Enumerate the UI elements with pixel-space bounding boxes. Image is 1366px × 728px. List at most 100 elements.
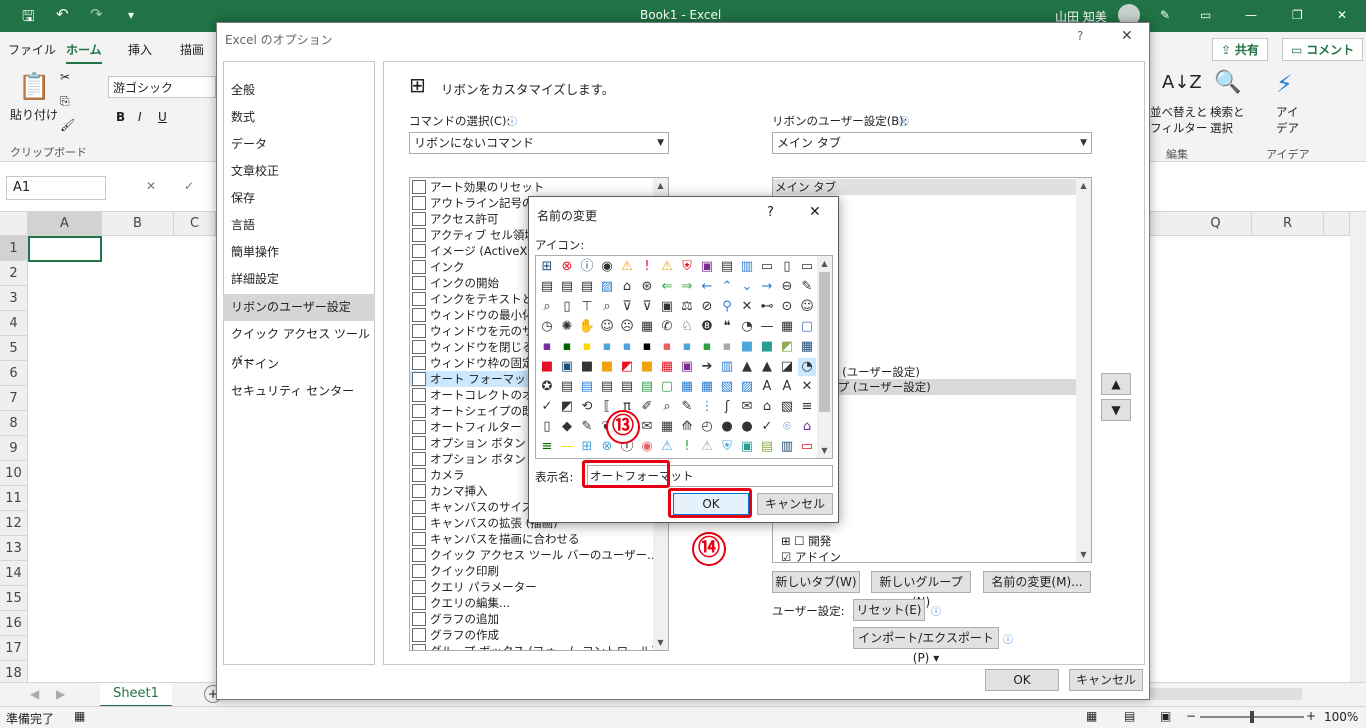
row-header[interactable]: 3	[0, 286, 28, 311]
gallery-icon[interactable]: ◩	[618, 358, 636, 376]
gallery-icon[interactable]: ◆	[558, 418, 576, 436]
gallery-icon[interactable]: ▪	[558, 338, 576, 356]
ribbon-tree-item[interactable]: ⊞ ☐ 開発	[773, 533, 1077, 549]
ideas-icon[interactable]: ⚡	[1276, 70, 1293, 98]
redo-icon[interactable]: ↷	[90, 5, 103, 23]
row-header[interactable]: 17	[0, 636, 28, 661]
gallery-icon[interactable]: ▥	[718, 358, 736, 376]
command-choice-select[interactable]: リボンにないコマンド ▼	[409, 132, 669, 154]
undo-icon[interactable]: ↶	[56, 5, 69, 23]
gallery-icon[interactable]: ◷	[538, 318, 556, 336]
gallery-icon[interactable]: ▯	[538, 418, 556, 436]
gallery-icon[interactable]: ☺	[798, 298, 816, 316]
name-box[interactable]: A1	[6, 176, 106, 200]
tab-home[interactable]: ホーム	[66, 41, 102, 65]
copy-icon[interactable]: ⎘	[60, 94, 70, 109]
gallery-icon[interactable]: ◩	[558, 398, 576, 416]
gallery-icon[interactable]: ⚠	[698, 438, 716, 456]
gallery-icon[interactable]: ■	[758, 338, 776, 356]
normal-view-icon[interactable]: ▦	[1086, 709, 1097, 723]
gallery-icon[interactable]: ▦	[678, 378, 696, 396]
italic-button[interactable]: I	[138, 110, 142, 124]
command-list-item[interactable]: グラフの作成	[410, 627, 654, 643]
gallery-icon[interactable]: ≡	[798, 398, 816, 416]
gallery-icon[interactable]: —	[758, 318, 776, 336]
options-nav-item[interactable]: 保存	[223, 185, 375, 212]
page-break-icon[interactable]: ▣	[1160, 709, 1171, 723]
gallery-icon[interactable]: ←	[698, 278, 716, 296]
gallery-icon[interactable]: ⊽	[618, 298, 636, 316]
row-header[interactable]: 15	[0, 586, 28, 611]
row-header[interactable]: 10	[0, 461, 28, 486]
gallery-icon[interactable]: ✎	[678, 398, 696, 416]
cut-icon[interactable]: ✂	[60, 70, 70, 84]
options-nav-item[interactable]: データ	[223, 131, 375, 158]
gallery-icon[interactable]: ⊘	[698, 298, 716, 316]
gallery-icon[interactable]: ⌂	[618, 278, 636, 296]
row-header[interactable]: 11	[0, 486, 28, 511]
scroll-down-icon[interactable]: ▼	[653, 635, 668, 650]
gallery-icon[interactable]: ▯	[558, 298, 576, 316]
gallery-icon[interactable]: ◉	[638, 438, 656, 456]
ribbon-tree-item[interactable]: ☑ アドイン	[773, 549, 1077, 562]
horizontal-scrollbar[interactable]	[1150, 688, 1302, 700]
ribbon-tree-item[interactable]: メイン タブ	[773, 179, 1077, 195]
gallery-icon[interactable]: ☹	[618, 318, 636, 336]
gallery-icon[interactable]: ⊽	[638, 298, 656, 316]
gallery-icon[interactable]: ⌃	[718, 278, 736, 296]
scroll-up-icon[interactable]: ▲	[1076, 178, 1091, 193]
gallery-icon[interactable]: ✕	[798, 378, 816, 396]
format-painter-icon[interactable]: 🖌	[60, 118, 75, 132]
gallery-icon[interactable]: ▧	[778, 398, 796, 416]
gallery-icon[interactable]: ✉	[638, 418, 656, 436]
row-header[interactable]: 6	[0, 361, 28, 386]
gallery-icon[interactable]: ✐	[638, 398, 656, 416]
gallery-icon[interactable]: ▦	[698, 378, 716, 396]
gallery-icon[interactable]: ▭	[798, 438, 816, 456]
row-header[interactable]: 5	[0, 336, 28, 361]
ribbon-tree-scrollbar[interactable]	[1076, 178, 1091, 562]
gallery-icon[interactable]: ʃ	[718, 398, 736, 416]
cancel-entry-icon[interactable]: ✕	[146, 179, 156, 193]
gallery-icon[interactable]: ▪	[638, 338, 656, 356]
gallery-icon[interactable]: A	[758, 378, 776, 396]
icon-gallery-scroll-thumb[interactable]	[819, 272, 830, 412]
gallery-icon[interactable]: ⚖	[678, 298, 696, 316]
font-name-box[interactable]: 游ゴシック	[108, 76, 216, 98]
options-nav-item[interactable]: 言語	[223, 212, 375, 239]
gallery-icon[interactable]: ▨	[738, 378, 756, 396]
gallery-icon[interactable]: ⋮	[698, 398, 716, 416]
command-list-item[interactable]: キャンバスを描画に合わせる	[410, 531, 654, 547]
gallery-icon[interactable]: ⟰	[678, 418, 696, 436]
gallery-icon[interactable]: ▤	[598, 378, 616, 396]
gallery-icon[interactable]: ▤	[578, 378, 596, 396]
gallery-icon[interactable]: ⛨	[718, 438, 736, 456]
ideas-label[interactable]: アイ デア	[1276, 104, 1299, 136]
gallery-icon[interactable]: ⊛	[638, 278, 656, 296]
row-header[interactable]: 2	[0, 261, 28, 286]
gallery-icon[interactable]: ▪	[538, 338, 556, 356]
sheet-prev-icon[interactable]: ◀	[30, 687, 39, 701]
command-list-item[interactable]: クイック アクセス ツール バーのユーザー...	[410, 547, 658, 563]
options-close-button[interactable]: ✕	[1121, 28, 1133, 44]
share-button[interactable]: ⇪ 共有	[1212, 38, 1268, 61]
options-ok-button[interactable]: OK	[985, 669, 1059, 691]
gallery-icon[interactable]: ▦	[778, 318, 796, 336]
scroll-down-icon[interactable]: ▼	[817, 443, 832, 458]
gallery-icon[interactable]: ▪	[658, 338, 676, 356]
restore-icon[interactable]: ❐	[1292, 8, 1303, 22]
sort-filter-label[interactable]: 並べ替えと フィルター	[1150, 104, 1208, 136]
gallery-icon[interactable]: ■	[598, 358, 616, 376]
gallery-icon[interactable]: ◔	[738, 318, 756, 336]
gallery-icon[interactable]: ▣	[738, 438, 756, 456]
command-list-item[interactable]: グループ ボックス (フォーム コントロール)	[410, 643, 656, 650]
gallery-icon[interactable]: ▤	[758, 438, 776, 456]
gallery-icon[interactable]: ⊖	[778, 278, 796, 296]
gallery-icon[interactable]: ▥	[778, 438, 796, 456]
gallery-icon[interactable]: ≡	[538, 438, 556, 456]
select-all[interactable]	[0, 212, 28, 236]
options-nav-item[interactable]: 全般	[223, 77, 375, 104]
options-nav-item[interactable]: アドイン	[223, 351, 375, 378]
gallery-icon[interactable]: ▤	[638, 378, 656, 396]
gallery-icon[interactable]: ▪	[598, 338, 616, 356]
